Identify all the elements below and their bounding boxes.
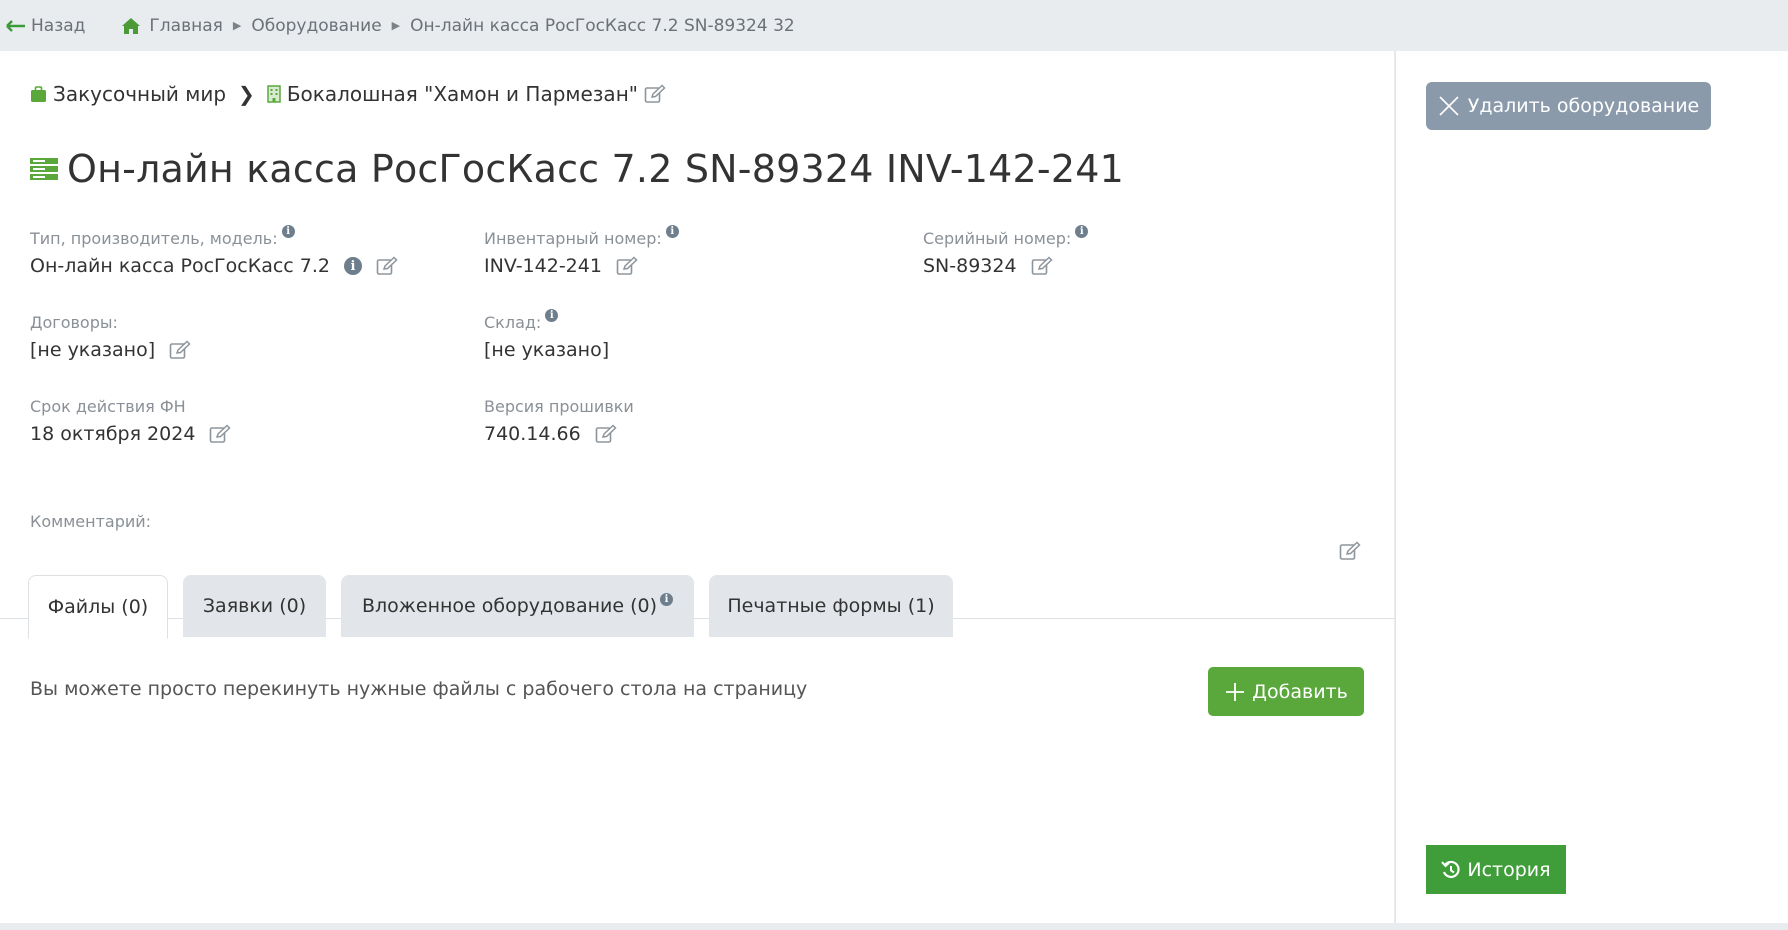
add-file-label: Добавить (1252, 680, 1348, 703)
field-fn-expiry: Срок действия ФН 18 октября 2024 (30, 397, 231, 445)
field-firmware-label: Версия прошивки (484, 397, 634, 416)
field-warehouse-label: Склад: (484, 313, 542, 332)
breadcrumb-home-label: Главная (149, 15, 223, 36)
field-type: Тип, производитель, модель: i Он-лайн кас… (30, 225, 398, 277)
home-icon (122, 17, 141, 34)
breadcrumb-equipment[interactable]: Оборудование (251, 16, 381, 36)
tab-nested-equipment-label: Вложенное оборудование (0) (361, 595, 658, 617)
edit-firmware-icon[interactable] (595, 424, 617, 444)
field-comment-label: Комментарий: (30, 512, 152, 531)
main-panel: Закусочный мир ❯ Бокалошная "Хамон и Пар… (0, 51, 1394, 923)
tab-requests[interactable]: Заявки (0) (183, 575, 326, 637)
history-icon (1441, 860, 1460, 878)
field-inventory-label: Инвентарный номер: (484, 229, 662, 248)
tab-nested-equipment[interactable]: Вложенное оборудование (0) i (341, 575, 694, 637)
field-comment: Комментарий: (30, 512, 151, 531)
breadcrumb: Главная ▶ Оборудование ▶ Он-лайн касса Р… (121, 15, 795, 36)
edit-location-icon[interactable] (644, 84, 666, 104)
edit-type-icon[interactable] (376, 256, 398, 276)
field-warehouse-value: [не указано] (484, 339, 610, 361)
field-contracts-label: Договоры: (30, 313, 118, 332)
field-warehouse: Склад: i [не указано] (484, 309, 610, 361)
breadcrumb-home[interactable]: Главная (121, 15, 223, 36)
field-serial: Серийный номер: i SN-89324 (923, 225, 1089, 277)
field-firmware-value: 740.14.66 (484, 423, 581, 445)
history-label: История (1467, 858, 1551, 881)
field-inventory: Инвентарный номер: i INV-142-241 (484, 225, 679, 277)
tab-print-forms-label: Печатные формы (1) (727, 595, 935, 617)
edit-inventory-icon[interactable] (616, 256, 638, 276)
info-icon[interactable]: i (545, 309, 559, 322)
tab-requests-label: Заявки (0) (202, 595, 307, 617)
page-title-text: Он-лайн касса РосГосКасс 7.2 SN-89324 IN… (67, 147, 1124, 191)
location-breadcrumb: Закусочный мир ❯ Бокалошная "Хамон и Пар… (30, 82, 666, 106)
edit-fn-expiry-icon[interactable] (209, 424, 231, 444)
field-type-label: Тип, производитель, модель: (30, 229, 278, 248)
breadcrumb-current: Он-лайн касса РосГосКасс 7.2 SN-89324 32 (410, 15, 795, 36)
tab-files-label: Файлы (0) (47, 596, 149, 618)
equipment-icon (30, 158, 58, 180)
breadcrumb-separator-icon: ▶ (391, 19, 401, 32)
info-icon[interactable]: i (665, 225, 679, 238)
breadcrumb-separator-icon: ▶ (232, 19, 242, 32)
field-firmware: Версия прошивки 740.14.66 (484, 397, 634, 445)
info-icon[interactable]: i (281, 225, 295, 238)
field-fn-expiry-label: Срок действия ФН (30, 397, 186, 416)
field-contracts-value: [не указано] (30, 339, 156, 361)
field-contracts: Договоры: [не указано] (30, 313, 191, 361)
delete-equipment-label: Удалить оборудование (1467, 95, 1700, 117)
tab-files[interactable]: Файлы (0) (28, 575, 168, 639)
tab-print-forms[interactable]: Печатные формы (1) (709, 575, 953, 637)
briefcase-icon (31, 85, 46, 102)
add-file-button[interactable]: Добавить (1208, 667, 1364, 716)
building-icon (267, 85, 281, 103)
page-title: Он-лайн касса РосГосКасс 7.2 SN-89324 IN… (29, 147, 1124, 191)
top-navigation-bar: Назад Главная ▶ Оборудование ▶ Он-лайн к… (0, 0, 1788, 51)
history-button[interactable]: История (1426, 845, 1566, 894)
field-serial-label: Серийный номер: (923, 229, 1072, 248)
plus-icon (1226, 682, 1245, 701)
drop-hint: Вы можете просто перекинуть нужные файлы… (30, 678, 808, 700)
info-icon[interactable]: i (660, 592, 674, 606)
edit-contracts-icon[interactable] (169, 340, 191, 360)
object-link[interactable]: Бокалошная "Хамон и Пармезан" (287, 82, 638, 106)
field-inventory-value: INV-142-241 (484, 255, 602, 277)
edit-comment-icon[interactable] (1339, 541, 1361, 561)
info-icon[interactable]: i (344, 257, 362, 275)
right-sidebar: Удалить оборудование История (1395, 51, 1788, 923)
tabs-bar: Файлы (0) Заявки (0) Вложенное оборудова… (0, 574, 1394, 639)
field-serial-value: SN-89324 (923, 255, 1017, 277)
field-type-value[interactable]: Он-лайн касса РосГосКасс 7.2 (30, 255, 330, 277)
edit-serial-icon[interactable] (1031, 256, 1053, 276)
field-fn-expiry-value: 18 октября 2024 (30, 423, 196, 445)
info-icon[interactable]: i (1075, 225, 1089, 238)
back-link[interactable]: Назад (6, 16, 85, 36)
client-link[interactable]: Закусочный мир (53, 82, 226, 106)
chevron-right-icon: ❯ (238, 82, 255, 106)
arrow-left-icon (6, 19, 25, 32)
close-icon (1439, 96, 1459, 116)
back-label: Назад (31, 15, 86, 36)
delete-equipment-button[interactable]: Удалить оборудование (1426, 82, 1711, 130)
